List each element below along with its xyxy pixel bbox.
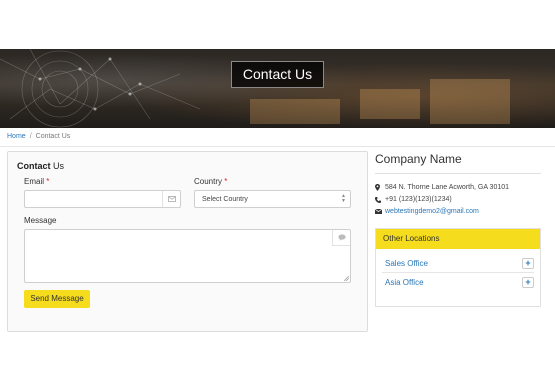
phone-icon xyxy=(375,196,384,203)
country-required-mark: * xyxy=(224,177,228,186)
breadcrumb-home-link[interactable]: Home xyxy=(7,133,26,140)
country-label: Country * xyxy=(194,177,227,186)
company-address: 584 N. Thorne Lane Acworth, GA 30101 xyxy=(385,184,510,191)
form-title-rest: Us xyxy=(50,161,64,171)
company-divider xyxy=(375,173,541,174)
country-select-value: Select Country xyxy=(202,196,248,203)
company-name: Company Name xyxy=(375,152,462,166)
country-select[interactable]: Select Country ▲ ▼ xyxy=(194,190,351,208)
hero-banner: Contact Us xyxy=(0,49,555,128)
location-item-sales-office[interactable]: Sales Office + xyxy=(382,254,534,273)
country-label-text: Country xyxy=(194,177,223,186)
breadcrumb-current: Contact Us xyxy=(35,133,71,140)
map-marker-icon xyxy=(375,184,384,191)
other-locations-panel: Other Locations Sales Office + Asia Offi… xyxy=(375,228,541,307)
comment-icon xyxy=(332,230,350,246)
other-locations-heading: Other Locations xyxy=(376,229,540,249)
form-title-bold: Contact xyxy=(17,161,51,171)
resize-handle-icon[interactable] xyxy=(344,276,349,281)
company-phone: +91 (123)(123)(1234) xyxy=(385,196,452,203)
contact-form-card: Contact Us Email * Country * Select Coun… xyxy=(7,151,368,332)
email-row: webtestingdemo2@gmail.com xyxy=(375,208,479,215)
location-item-label: Asia Office xyxy=(385,278,424,287)
expand-plus-icon[interactable]: + xyxy=(522,258,534,269)
envelope-icon xyxy=(375,209,384,214)
envelope-icon xyxy=(162,191,180,207)
send-message-button[interactable]: Send Message xyxy=(24,290,90,308)
select-arrows-icon: ▲ ▼ xyxy=(341,193,346,204)
breadcrumb-divider xyxy=(0,146,555,147)
company-email-link[interactable]: webtestingdemo2@gmail.com xyxy=(385,208,479,215)
address-row: 584 N. Thorne Lane Acworth, GA 30101 xyxy=(375,184,509,191)
location-item-asia-office[interactable]: Asia Office + xyxy=(382,273,534,292)
expand-plus-icon[interactable]: + xyxy=(522,277,534,288)
breadcrumb: Home / Contact Us xyxy=(7,133,70,140)
location-item-label: Sales Office xyxy=(385,259,428,268)
email-required-mark: * xyxy=(46,177,50,186)
form-title: Contact Us xyxy=(17,161,64,171)
message-textarea[interactable] xyxy=(24,229,351,283)
hero-title: Contact Us xyxy=(231,61,324,88)
email-label: Email * xyxy=(24,177,49,186)
email-label-text: Email xyxy=(24,177,45,186)
breadcrumb-separator: / xyxy=(29,133,32,140)
message-label: Message xyxy=(24,216,57,225)
phone-row: +91 (123)(123)(1234) xyxy=(375,196,452,203)
email-field[interactable] xyxy=(24,190,181,208)
